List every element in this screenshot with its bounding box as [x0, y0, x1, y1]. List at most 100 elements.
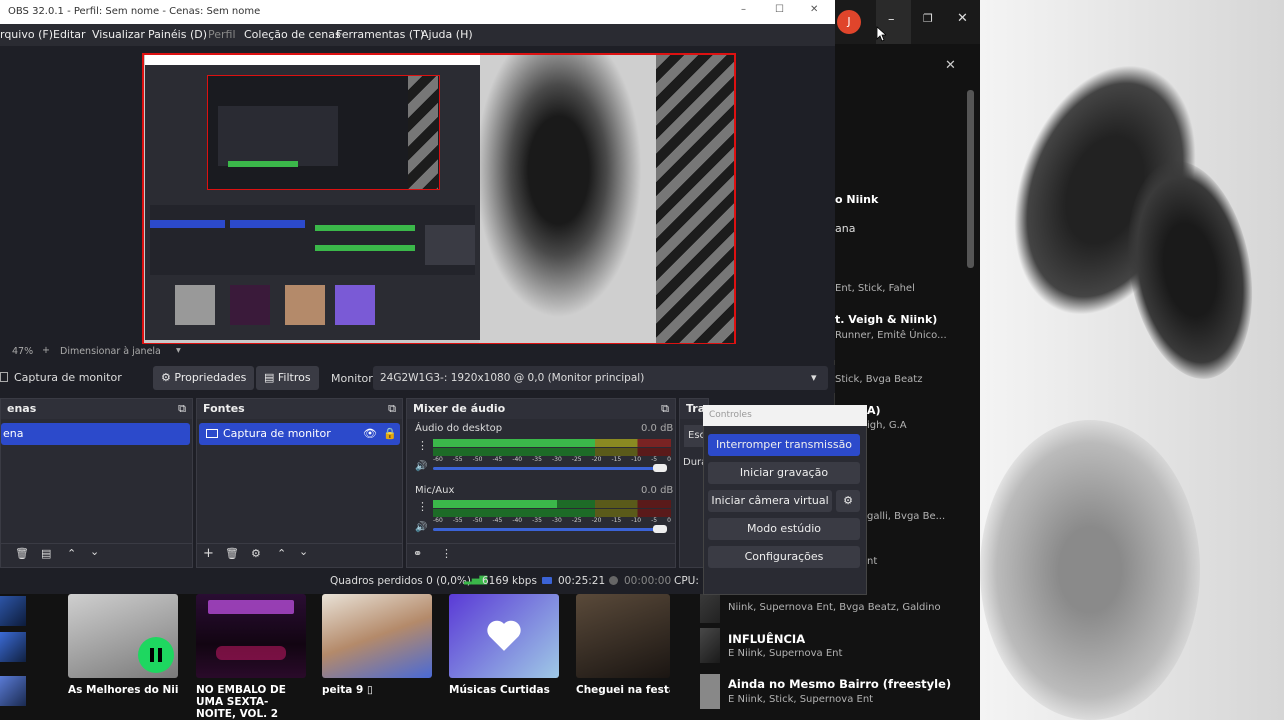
start-virtual-camera-button[interactable]: Iniciar câmera virtual: [708, 490, 832, 512]
track-title[interactable]: INFLUÊNCIA: [728, 632, 805, 646]
window-title: OBS 32.0.1 - Perfil: Sem nome - Cenas: S…: [8, 6, 261, 17]
volume-slider[interactable]: [433, 467, 663, 470]
up-icon[interactable]: ⌃: [277, 547, 286, 560]
list-item[interactable]: t. Veigh & Niink): [835, 313, 937, 326]
mixer-footer: ⚭ ⋮: [407, 543, 675, 567]
volume-knob[interactable]: [653, 525, 667, 533]
gear-icon[interactable]: ⚙: [251, 547, 261, 560]
screen: J – ❐ ✕ ✕ o Niink ana Ent, Stick, Fahel …: [0, 0, 1284, 720]
playlist-tile[interactable]: [322, 594, 432, 678]
restore-icon[interactable]: ❐: [923, 12, 933, 25]
avatar[interactable]: J: [837, 10, 861, 34]
level-meter: [433, 439, 671, 447]
channel-menu-icon[interactable]: ⋮: [417, 439, 428, 452]
nested-obs-preview: [145, 55, 480, 340]
scene-item[interactable]: ena: [1, 423, 190, 445]
level-meter: [433, 448, 671, 456]
mouse-cursor-icon: [876, 26, 886, 42]
background-photo: [980, 0, 1284, 720]
zoom-plus-icon[interactable]: +: [42, 345, 50, 356]
zoom-level: 47%: [12, 346, 34, 357]
speaker-icon[interactable]: 🔊: [415, 461, 427, 472]
playlist-tile[interactable]: [196, 594, 306, 678]
nested-docks: [150, 205, 475, 275]
playlist-thumb[interactable]: [0, 632, 26, 662]
menu-view[interactable]: Visualizar: [92, 28, 145, 41]
stream-icon: [542, 577, 552, 584]
liked-songs-tile[interactable]: [449, 594, 559, 678]
monitor-value: 24G2W1G3-: 1920x1080 @ 0,0 (Monitor prin…: [380, 372, 645, 384]
gear-icon: ⚙: [161, 371, 171, 384]
menu-dots-icon[interactable]: ⋮: [441, 547, 452, 560]
tile-label[interactable]: Músicas Curtidas: [449, 684, 559, 696]
tile-label[interactable]: NO EMBALO DE UMA SEXTA-NOITE, VOL. 2: [196, 684, 306, 720]
down-icon[interactable]: ⌄: [299, 545, 308, 558]
source-item[interactable]: Captura de monitor 👁 🔒: [199, 423, 400, 445]
speaker-icon[interactable]: 🔊: [415, 522, 427, 533]
minimize-icon[interactable]: –: [741, 4, 746, 15]
pause-button[interactable]: [138, 637, 174, 673]
link-icon[interactable]: ⚭: [413, 547, 422, 560]
menu-tools[interactable]: Ferramentas (T): [336, 28, 424, 41]
level-meter: [433, 509, 671, 517]
list-item-sub: igh, G.A: [867, 420, 907, 431]
level-meter: [433, 500, 671, 508]
sources-dock: Fontes ⧉ Captura de monitor 👁 🔒 + 🗑 ⚙ ⌃ ⌄: [196, 398, 403, 568]
monitor-icon: [206, 429, 218, 438]
tile-label[interactable]: peita 9 ▯: [322, 684, 432, 696]
undock-icon: ⧉: [661, 402, 669, 415]
list-item[interactable]: A): [867, 404, 881, 417]
tile-label[interactable]: Cheguei na festa: [576, 684, 670, 696]
studio-mode-button[interactable]: Modo estúdio: [708, 518, 860, 540]
gear-icon: ⚙: [843, 494, 853, 507]
track-artists: Niink, Supernova Ent, Bvga Beatz, Galdin…: [728, 602, 941, 613]
filters-button[interactable]: ▤ Filtros: [256, 366, 319, 390]
tile-label[interactable]: As Melhores do Niink: [68, 684, 178, 696]
panel-close-icon[interactable]: ✕: [945, 58, 956, 73]
menu-file[interactable]: rquivo (F): [0, 28, 53, 41]
eye-icon[interactable]: 👁: [363, 423, 377, 445]
resize-mode[interactable]: Dimensionar à janela: [60, 346, 161, 357]
scenes-title: enas ⧉: [1, 399, 192, 419]
list-item-sub: Ent, Stick, Fahel: [835, 283, 915, 294]
channel-menu-icon[interactable]: ⋮: [417, 500, 428, 513]
properties-button[interactable]: ⚙ Propriedades: [153, 366, 255, 390]
up-icon[interactable]: ⌃: [67, 547, 76, 560]
list-item-sub: Runner, Emitê Único...: [835, 330, 947, 341]
close-icon[interactable]: ✕: [810, 4, 818, 15]
menu-edit[interactable]: Editar: [53, 28, 86, 41]
audio-mixer-dock: Mixer de áudio ⧉ Áudio do desktop 0.0 dB …: [406, 398, 676, 568]
settings-button[interactable]: Configurações: [708, 546, 860, 568]
track-title[interactable]: Ainda no Mesmo Bairro (freestyle): [728, 677, 951, 691]
chevron-down-icon[interactable]: ▾: [176, 345, 181, 356]
track-artists: E Niink, Stick, Supernova Ent: [728, 694, 874, 705]
sources-title: Fontes ⧉: [197, 399, 402, 419]
volume-knob[interactable]: [653, 464, 667, 472]
remove-icon[interactable]: 🗑: [15, 547, 29, 560]
monitor-select[interactable]: 24G2W1G3-: 1920x1080 @ 0,0 (Monitor prin…: [373, 366, 828, 390]
maximize-icon[interactable]: ☐: [775, 4, 784, 15]
close-icon[interactable]: ✕: [957, 11, 968, 26]
add-icon[interactable]: +: [203, 546, 214, 561]
menu-scene-collection[interactable]: Coleção de cenas: [244, 28, 341, 41]
start-recording-button[interactable]: Iniciar gravação: [708, 462, 860, 484]
virtual-camera-settings-button[interactable]: ⚙: [836, 490, 860, 512]
playlist-tile[interactable]: [576, 594, 670, 678]
stop-streaming-button[interactable]: Interromper transmissão: [708, 434, 860, 456]
volume-slider[interactable]: [433, 528, 663, 531]
meter-ticks: -60 -55 -50 -45 -40 -35 -30 -25 -20 -15 -10 -5 0: [433, 456, 671, 463]
list-item[interactable]: ana: [835, 222, 855, 235]
remove-icon[interactable]: 🗑: [225, 547, 239, 560]
menu-docks[interactable]: Painéis (D): [148, 28, 207, 41]
lock-icon[interactable]: 🔒: [383, 423, 397, 445]
filter-icon[interactable]: ▤: [41, 547, 51, 560]
menu-help[interactable]: Ajuda (H): [421, 28, 473, 41]
list-item[interactable]: o Niink: [835, 193, 878, 206]
down-icon[interactable]: ⌄: [90, 545, 99, 558]
scrollbar[interactable]: [967, 90, 974, 268]
menu-profile[interactable]: Perfil: [208, 28, 236, 41]
playlist-thumb[interactable]: [0, 676, 26, 706]
playlist-thumb[interactable]: [0, 596, 26, 626]
obs-titlebar: OBS 32.0.1 - Perfil: Sem nome - Cenas: S…: [0, 0, 835, 24]
hazard-stripe: [656, 55, 734, 343]
